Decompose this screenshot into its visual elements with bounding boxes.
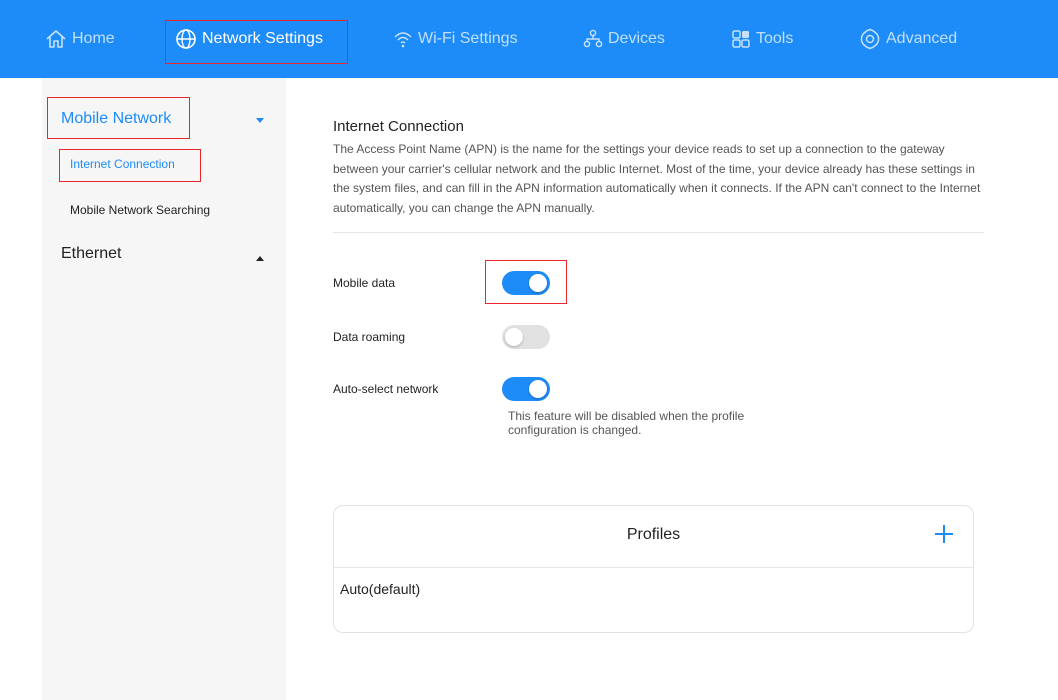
nav-devices[interactable]: Devices [583, 0, 665, 78]
auto-select-network-toggle[interactable] [502, 377, 550, 401]
toggle-knob [529, 274, 547, 292]
toggle-knob [529, 380, 547, 398]
nav-devices-label: Devices [608, 30, 665, 47]
sidebar-item-label: Internet Connection [70, 157, 175, 171]
profiles-card-header: Profiles [334, 506, 973, 568]
nav-home-label: Home [72, 30, 115, 47]
sidebar-group-label: Mobile Network [61, 110, 172, 127]
mobile-data-toggle[interactable] [502, 271, 550, 295]
nav-tools[interactable]: Tools [731, 0, 793, 78]
page-description: The Access Point Name (APN) is the name … [333, 142, 981, 215]
devices-icon [583, 29, 603, 48]
sidebar-group-mobile-network[interactable]: Mobile Network [61, 110, 171, 128]
plus-icon[interactable] [934, 524, 954, 544]
tools-icon [732, 30, 750, 48]
sidebar-item-internet-connection[interactable]: Internet Connection [70, 157, 175, 171]
sidebar-item-label: Mobile Network Searching [70, 203, 211, 217]
globe-icon [176, 29, 196, 49]
chevron-up-icon[interactable] [256, 256, 264, 261]
home-icon [46, 30, 66, 48]
gear-icon [860, 28, 880, 50]
nav-network-settings[interactable]: Network Settings [175, 0, 323, 78]
chevron-down-icon[interactable] [256, 118, 264, 123]
nav-home[interactable]: Home [45, 0, 115, 78]
divider [333, 232, 984, 233]
nav-advanced-label: Advanced [886, 30, 958, 47]
top-navigation-bar: Home Network Settings Wi-Fi Settings Dev… [0, 0, 1058, 78]
data-roaming-label: Data roaming [333, 330, 406, 344]
toggle-knob [505, 328, 523, 346]
nav-tools-label: Tools [756, 30, 794, 47]
sidebar-group-ethernet[interactable]: Ethernet [61, 245, 121, 263]
auto-select-hint: This feature will be disabled when the p… [508, 409, 745, 437]
nav-wifi-settings[interactable]: Wi-Fi Settings [393, 0, 518, 78]
auto-select-network-label: Auto-select network [333, 382, 439, 396]
nav-network-settings-label: Network Settings [202, 30, 323, 47]
profiles-card: Profiles Auto(default) [333, 505, 974, 633]
nav-advanced[interactable]: Advanced [859, 0, 957, 78]
mobile-data-label: Mobile data [333, 276, 396, 290]
wifi-icon [394, 32, 412, 48]
sidebar [42, 78, 286, 700]
nav-wifi-settings-label: Wi-Fi Settings [418, 30, 518, 47]
data-roaming-toggle[interactable] [502, 325, 550, 349]
profiles-title: Profiles [626, 526, 681, 543]
list-item[interactable]: Auto(default) [340, 581, 420, 597]
sidebar-item-mobile-network-searching[interactable]: Mobile Network Searching [70, 203, 210, 217]
sidebar-group-label: Ethernet [61, 245, 122, 262]
page-title: Internet Connection [333, 118, 464, 135]
